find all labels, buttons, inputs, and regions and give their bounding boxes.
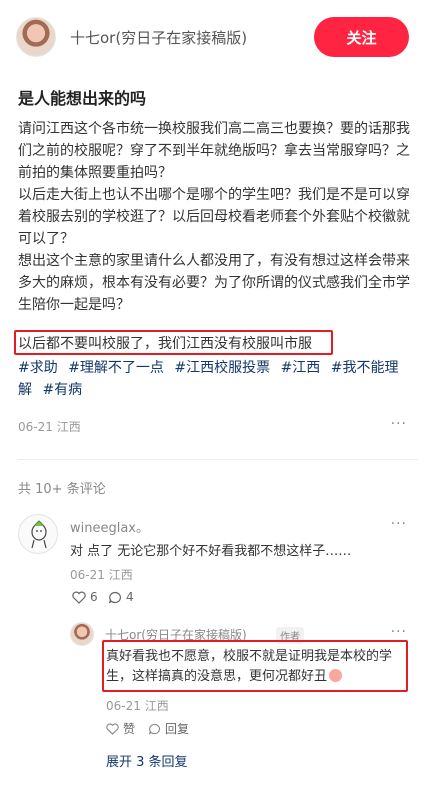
doodle-avatar-icon xyxy=(31,520,47,549)
comment-location: 江西 xyxy=(108,568,133,582)
author-avatar[interactable] xyxy=(16,17,56,57)
heart-icon xyxy=(72,591,86,604)
chat-bubble-icon xyxy=(108,591,122,603)
reply-location: 江西 xyxy=(144,699,169,713)
reply-like-button[interactable]: 赞 xyxy=(106,720,135,737)
post-header: 十七or(穷日子在家接稿版) 关注 xyxy=(0,0,435,78)
tag-link[interactable]: #有病 xyxy=(42,382,82,398)
reply-label: 回复 xyxy=(165,722,190,736)
commenter-name[interactable]: wineeglax。 xyxy=(70,517,149,536)
post-title: 是人能想出来的吗 xyxy=(18,89,147,108)
comment-more-button[interactable]: ··· xyxy=(391,516,407,532)
expand-replies-link[interactable]: 展开 3 条回复 xyxy=(106,751,188,770)
comment-text: 对 点了 无论它那个好不好看我都不想这样子…… xyxy=(70,544,352,559)
reply-text-content: 真好看我也不愿意，校服不就是证明我是本校的学生，这样搞真的没意思，更何况都好丑 xyxy=(106,649,393,684)
tag-link[interactable]: #江西 xyxy=(281,360,321,376)
tag-list: #求助 #理解不了一点 #江西校服投票 #江西 #我不能理解 #有病 xyxy=(18,357,418,401)
reply-text: 真好看我也不愿意，校服不就是证明我是本校的学生，这样搞真的没意思，更何况都好丑 xyxy=(106,647,406,687)
post-meta: 06-21 江西 xyxy=(18,418,81,435)
comment-meta: 06-21 江西 xyxy=(70,566,133,583)
comment-like-button[interactable]: 6 xyxy=(72,590,98,604)
reply-meta: 06-21 江西 xyxy=(106,697,169,714)
comment-date: 06-21 xyxy=(70,568,105,582)
tag-link[interactable]: #理解不了一点 xyxy=(68,360,164,376)
author-name[interactable]: 十七or(穷日子在家接稿版) xyxy=(70,27,247,48)
highlight-text: 以后都不要叫校服了，我们江西没有校服叫市服 xyxy=(18,336,312,352)
follow-button[interactable]: 关注 xyxy=(314,17,409,57)
comment-reply-button[interactable]: 4 xyxy=(108,590,134,604)
like-label: 赞 xyxy=(123,722,136,736)
peach-emoji-icon xyxy=(329,669,343,682)
heart-icon xyxy=(106,722,119,735)
commenter-avatar[interactable] xyxy=(18,514,58,554)
comment-count: 共 10+ 条评论 xyxy=(18,482,106,497)
reply-author-avatar[interactable] xyxy=(70,622,94,646)
reply-count: 4 xyxy=(126,590,134,604)
divider xyxy=(18,459,418,460)
post-paragraph: 想出这个主意的家里请什么人都没用了，有没有想过这样会带来多大的麻烦，根本有没有必… xyxy=(18,253,410,313)
tag-link[interactable]: #求助 xyxy=(18,360,58,376)
like-count: 6 xyxy=(90,590,98,604)
tag-link[interactable]: #江西校服投票 xyxy=(174,360,270,376)
reply-date: 06-21 xyxy=(106,699,141,713)
reply-reply-button[interactable]: 回复 xyxy=(148,720,189,737)
post-location: 江西 xyxy=(56,420,81,434)
post-date: 06-21 xyxy=(18,420,53,434)
post-more-button[interactable]: ··· xyxy=(391,416,407,432)
reply-more-button[interactable]: ··· xyxy=(391,624,407,640)
chat-bubble-icon xyxy=(148,723,161,734)
post-paragraph: 请问江西这个各市统一换校服我们高二高三也要换？要的话那我们之前的校服呢？穿了不到… xyxy=(18,121,410,181)
post-paragraph: 以后走大街上也认不出哪个是哪个的学生吧？我们是不是可以穿着校服去别的学校逛了？以… xyxy=(18,187,410,247)
post-body: 请问江西这个各市统一换校服我们高二高三也要换？要的话那我们之前的校服呢？穿了不到… xyxy=(18,118,422,316)
